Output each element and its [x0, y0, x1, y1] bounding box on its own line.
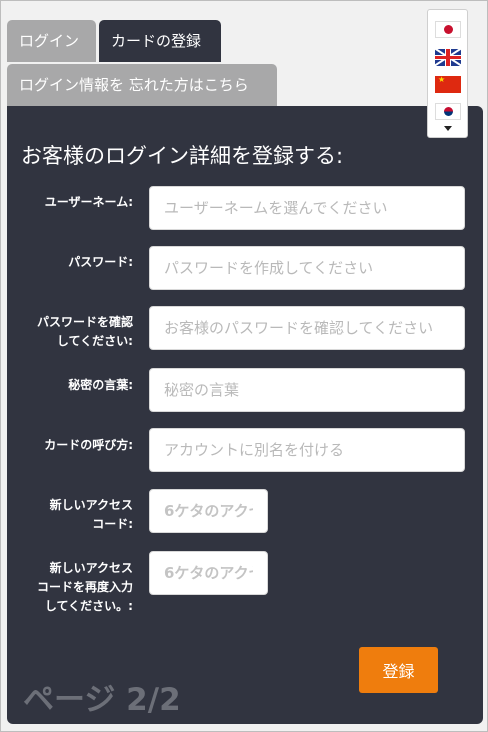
- confirm-password-input[interactable]: [149, 306, 465, 350]
- tab-login[interactable]: ログイン: [7, 20, 96, 62]
- language-selector[interactable]: [427, 9, 468, 138]
- register-button[interactable]: 登録: [359, 647, 438, 693]
- password-label: パスワード:: [68, 255, 133, 269]
- uk-flag-icon[interactable]: [435, 49, 461, 66]
- access-code-input[interactable]: [149, 489, 268, 533]
- registration-panel: お客様のログイン詳細を登録する: ユーザーネーム: パスワード: パスワードを確…: [7, 106, 483, 724]
- tab-register[interactable]: カードの登録: [99, 20, 221, 62]
- username-input[interactable]: [149, 186, 465, 230]
- confirm-password-label: パスワードを確認 してください:: [36, 315, 133, 348]
- confirm-access-code-input[interactable]: [149, 551, 268, 595]
- form-title: お客様のログイン詳細を登録する:: [21, 144, 344, 168]
- japan-flag-icon[interactable]: [435, 21, 461, 38]
- secret-word-label: 秘密の言葉:: [68, 378, 133, 392]
- card-nickname-input[interactable]: [149, 428, 465, 472]
- secret-word-input[interactable]: [149, 368, 465, 412]
- korea-flag-icon[interactable]: [435, 103, 461, 120]
- confirm-access-code-label: 新しいアクセス コードを再度入力 してください。:: [36, 561, 133, 613]
- tab-forgot-login[interactable]: ログイン情報を 忘れた方はこちら: [7, 64, 277, 106]
- access-code-label: 新しいアクセス コード:: [49, 498, 133, 531]
- password-input[interactable]: [149, 246, 465, 290]
- page-indicator: ページ 2/2: [23, 682, 181, 718]
- card-nickname-label: カードの呼び方:: [44, 438, 133, 452]
- app-frame: ログイン カードの登録 ログイン情報を 忘れた方はこちら お客様のログイン詳細を…: [0, 0, 488, 732]
- caret-down-icon[interactable]: [444, 126, 452, 131]
- username-label: ユーザーネーム:: [44, 195, 133, 209]
- china-flag-icon[interactable]: [435, 75, 461, 93]
